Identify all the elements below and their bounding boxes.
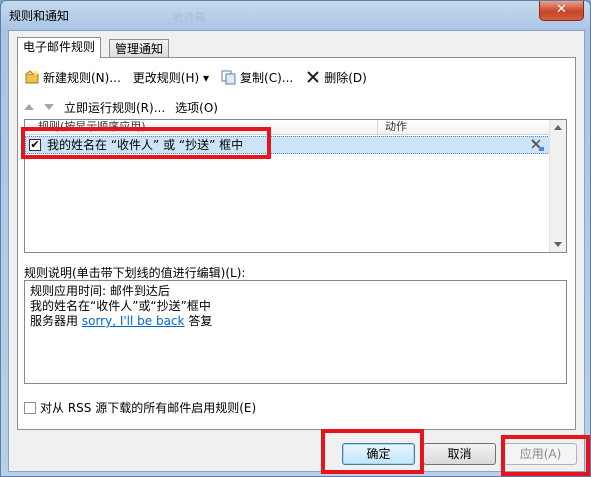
scroll-down-icon[interactable]	[554, 242, 562, 247]
rules-toolbar-secondary: 立即运行规则(R)... 选项(O)	[24, 98, 218, 116]
rule-description-label: 规则说明(单击带下划线的值进行编辑)(L):	[24, 266, 246, 280]
rule-name: 我的姓名在 “收件人” 或 “抄送” 框中	[47, 138, 244, 152]
options-button[interactable]: 选项(O)	[175, 99, 218, 116]
background-window-title: 收件箱	[173, 11, 206, 24]
window-title: 规则和通知	[9, 9, 70, 23]
description-text: 服务器用	[30, 314, 79, 328]
new-rule-icon	[25, 70, 39, 84]
delete-icon	[307, 71, 319, 83]
server-reply-action-icon	[531, 139, 544, 151]
rss-label: 对从 RSS 源下载的所有邮件启用规则(E)	[40, 401, 257, 415]
change-rule-label: 更改规则(H) ▾	[132, 70, 210, 85]
ok-button[interactable]: 确定	[342, 443, 415, 465]
description-text: 答复	[188, 314, 213, 328]
rule-enabled-checkbox[interactable]: ✔	[29, 139, 41, 151]
description-line: 服务器用 sorry, I'll be back 答复	[30, 314, 561, 329]
rule-description-box: 规则应用时间: 邮件到达后 我的姓名在“收件人”或“抄送”框中 服务器用 sor…	[24, 280, 567, 384]
move-down-icon[interactable]	[44, 104, 54, 110]
delete-rule-button[interactable]: 删除(D)	[305, 69, 367, 86]
rss-rules-option[interactable]: 对从 RSS 源下载的所有邮件启用规则(E)	[24, 399, 256, 416]
rss-checkbox[interactable]	[24, 401, 36, 414]
close-icon: ✕	[556, 2, 567, 17]
delete-label: 删除(D)	[324, 70, 367, 85]
move-up-icon[interactable]	[24, 104, 34, 110]
change-rule-button[interactable]: 更改规则(H) ▾	[133, 69, 209, 86]
description-line: 规则应用时间: 邮件到达后	[30, 284, 170, 298]
close-button[interactable]: ✕	[539, 1, 584, 21]
column-header-action[interactable]: 动作	[385, 120, 407, 134]
rules-toolbar: 新建规则(N)... 更改规则(H) ▾ 复制(C)... 删除(D)	[24, 68, 379, 86]
apply-button[interactable]: 应用(A)	[504, 443, 577, 465]
new-rule-button[interactable]: 新建规则(N)...	[24, 69, 121, 86]
rules-list-header: 规则(按显示顺序应用) 动作	[25, 120, 552, 135]
title-bar[interactable]: 规则和通知 收件箱 ✕	[1, 1, 590, 31]
description-line: 我的姓名在“收件人”或“抄送”框中	[30, 299, 211, 313]
scroll-up-icon[interactable]	[554, 125, 562, 130]
new-rule-label: 新建规则(N)...	[43, 70, 121, 85]
rules-list: 规则(按显示顺序应用) 动作 ✔ 我的姓名在 “收件人” 或 “抄送” 框中	[24, 119, 567, 253]
email-rules-panel: 新建规则(N)... 更改规则(H) ▾ 复制(C)... 删除(D) 立即运行…	[17, 57, 576, 430]
copy-label: 复制(C)...	[240, 70, 294, 85]
copy-icon	[221, 70, 236, 85]
column-header-rule[interactable]: 规则(按显示顺序应用)	[38, 120, 146, 134]
tab-manage-alerts[interactable]: 管理通知	[109, 39, 170, 58]
tab-email-rules[interactable]: 电子邮件规则	[17, 37, 102, 58]
rules-dialog: 规则和通知 收件箱 ✕ 电子邮件规则 管理通知 新建规则(N)... 更改规则(…	[0, 0, 591, 477]
dialog-body: 电子邮件规则 管理通知 新建规则(N)... 更改规则(H) ▾ 复制(C)..…	[8, 30, 585, 472]
cancel-button[interactable]: 取消	[423, 443, 496, 465]
rule-row[interactable]: ✔ 我的姓名在 “收件人” 或 “抄送” 框中	[25, 136, 552, 154]
reply-template-link[interactable]: sorry, I'll be back	[82, 314, 185, 328]
run-rules-now-button[interactable]: 立即运行规则(R)...	[64, 99, 165, 116]
rules-list-scrollbar[interactable]	[549, 120, 566, 252]
copy-rule-button[interactable]: 复制(C)...	[221, 69, 293, 86]
column-divider[interactable]	[377, 120, 378, 135]
